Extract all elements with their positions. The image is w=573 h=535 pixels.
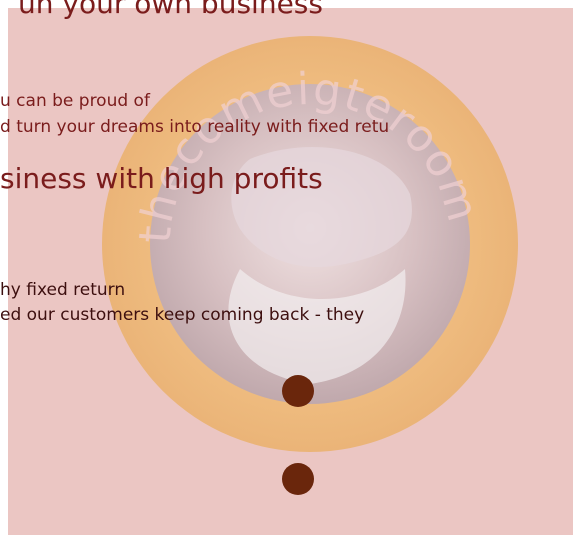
section-two-line-two: ed our customers keep coming back - they [0, 305, 365, 325]
page-canvas: thecomeigteroom un your own business u c… [0, 0, 573, 535]
section-two-line-one: hy fixed return [0, 280, 126, 300]
section-one-line-one: u can be proud of [0, 91, 150, 111]
section-two-heading: siness with high profits [0, 162, 323, 195]
section-one-line-two: d turn your dreams into reality with fix… [0, 117, 390, 137]
section-one-heading: un your own business [18, 0, 323, 20]
bullet-dot-lower [282, 463, 314, 495]
bullet-dot-upper [282, 375, 314, 407]
